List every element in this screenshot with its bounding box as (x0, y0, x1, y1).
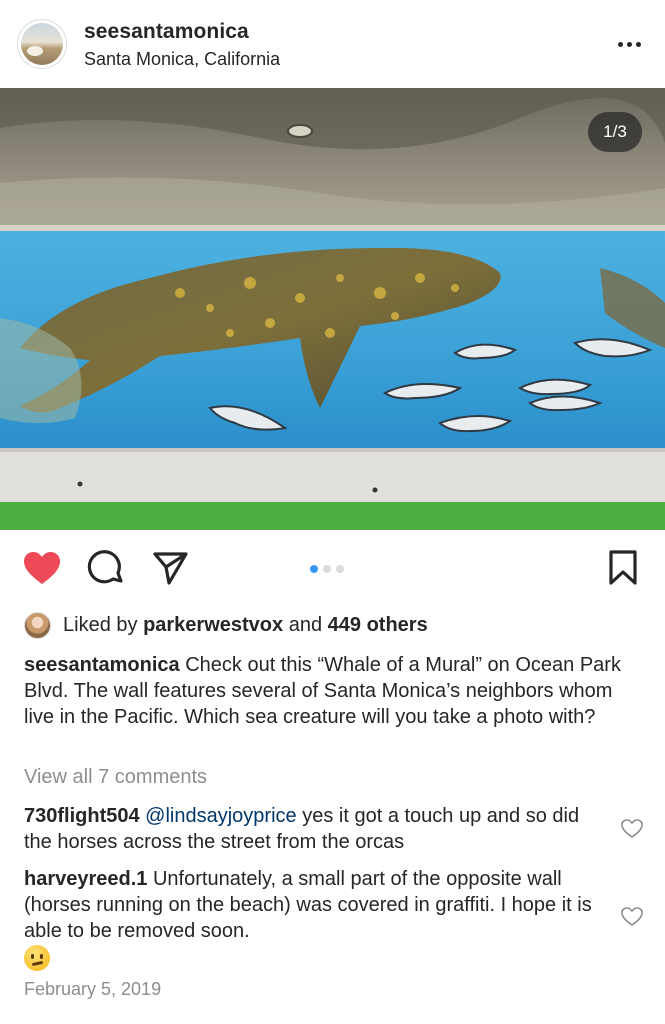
carousel-dot-active (310, 565, 318, 573)
liked-by-prefix: Liked by (63, 613, 138, 636)
heart-filled-icon[interactable] (20, 546, 64, 590)
post-caption: seesantamonica Check out this “Whale of … (24, 652, 644, 730)
action-bar (0, 546, 665, 596)
caption-username[interactable]: seesantamonica (24, 654, 180, 676)
heart-outline-icon[interactable] (620, 817, 644, 841)
more-options-icon[interactable] (612, 34, 646, 54)
comment-username[interactable]: harveyreed.1 (24, 868, 147, 890)
confused-face-icon (24, 944, 50, 971)
comment-item: harveyreed.1 Unfortunately, a small part… (24, 866, 609, 971)
post-photo[interactable]: 1/3 (0, 88, 665, 530)
carousel-dot (323, 565, 331, 573)
image-counter-badge: 1/3 (588, 112, 642, 152)
whale-mural-image (0, 88, 665, 530)
heart-outline-icon[interactable] (620, 905, 644, 929)
carousel-indicator (310, 565, 344, 573)
post-date: February 5, 2019 (24, 979, 162, 999)
post-location[interactable]: Santa Monica, California (84, 49, 280, 70)
comment-mention[interactable]: @lindsayjoyprice (145, 805, 296, 827)
carousel-dot (336, 565, 344, 573)
profile-avatar[interactable] (17, 19, 67, 69)
post-header: seesantamonica Santa Monica, California (0, 0, 665, 88)
liked-by-conjunction: and (288, 613, 323, 636)
comment-item: 730flight504 @lindsayjoyprice yes it got… (24, 803, 609, 855)
liker-avatar[interactable] (24, 611, 51, 639)
post-username[interactable]: seesantamonica (84, 20, 249, 44)
bookmark-icon[interactable] (601, 546, 645, 590)
avatar-image (21, 23, 63, 65)
paper-plane-icon[interactable] (148, 546, 192, 590)
comment-bubble-icon[interactable] (84, 546, 128, 590)
liker-username[interactable]: parkerwestvox (143, 614, 283, 637)
likes-others-count[interactable]: 449 others (328, 614, 428, 637)
view-all-comments-link[interactable]: View all 7 comments (24, 766, 207, 789)
likes-summary: Liked by parkerwestvox and 449 others (24, 611, 428, 639)
comment-username[interactable]: 730flight504 (24, 805, 140, 827)
